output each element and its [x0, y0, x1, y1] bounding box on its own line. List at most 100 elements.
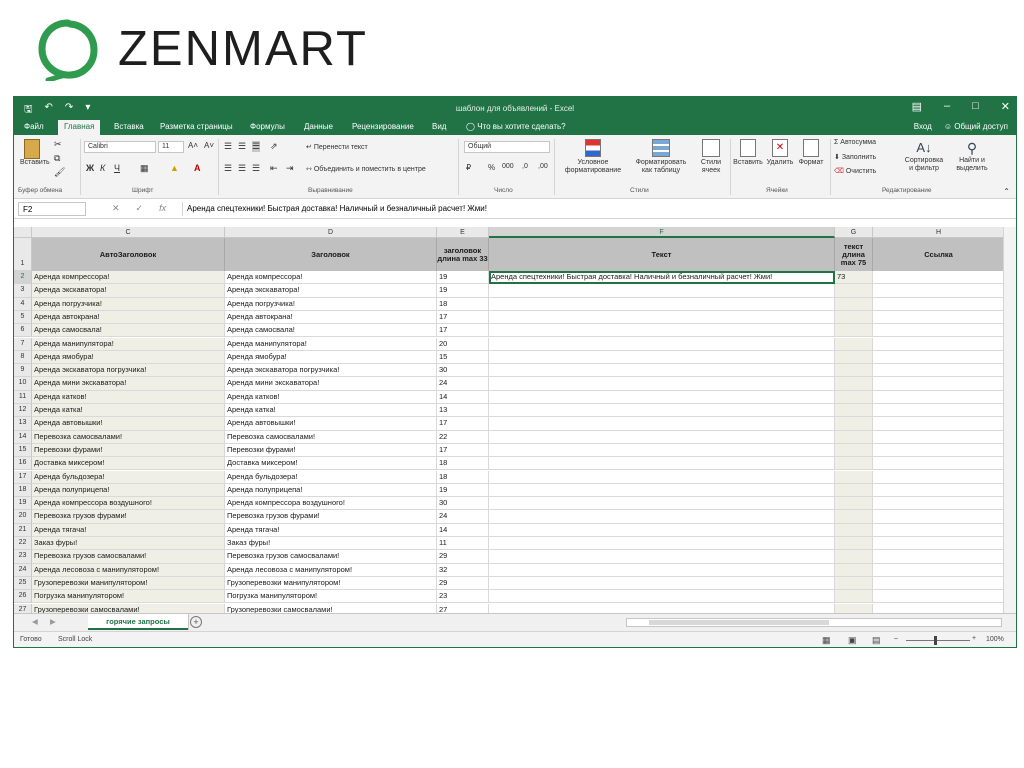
column-header-c[interactable]: C	[32, 227, 225, 238]
cell-c[interactable]: Перевозка самосвалами!	[32, 430, 225, 444]
tab-home[interactable]: Главная	[58, 120, 101, 135]
cell-e[interactable]: 29	[437, 576, 489, 591]
cell-g[interactable]	[835, 284, 873, 298]
cell-styles-button[interactable]: Стили ячеек	[694, 139, 728, 175]
tab-review[interactable]: Рецензирование	[352, 122, 414, 131]
row-header[interactable]: 23	[14, 550, 32, 564]
cell-h[interactable]	[873, 310, 1005, 325]
shrink-font-icon[interactable]: A˅	[204, 141, 214, 150]
cell-c[interactable]: Аренда автовышки!	[32, 417, 225, 431]
cell-d[interactable]: Перевозка грузов самосвалами!	[225, 550, 437, 564]
cell-f[interactable]	[489, 430, 835, 444]
row-header[interactable]: 27	[14, 603, 32, 613]
row-header[interactable]: 15	[14, 443, 32, 458]
cell-f[interactable]	[489, 443, 835, 458]
cell-d[interactable]: Аренда экскаватора погрузчика!	[225, 364, 437, 378]
cell-d[interactable]: Погрузка манипулятором!	[225, 590, 437, 604]
cell-e[interactable]: 18	[437, 457, 489, 471]
column-header-f[interactable]: F	[489, 227, 835, 238]
cell-c[interactable]: Аренда полуприцепа!	[32, 483, 225, 498]
insert-cells-button[interactable]: Вставить	[732, 139, 764, 166]
cell-h[interactable]	[873, 324, 1005, 338]
close-icon[interactable]: ✕	[1001, 100, 1010, 113]
function-icon[interactable]: fx	[159, 203, 166, 214]
row-header[interactable]: 6	[14, 324, 32, 338]
cell-c[interactable]: Заказ фуры!	[32, 537, 225, 551]
cell-h[interactable]	[873, 430, 1005, 444]
enter-icon[interactable]: ✓	[136, 203, 144, 214]
cell-d[interactable]: Аренда погрузчика!	[225, 297, 437, 311]
cell-c[interactable]: Аренда погрузчика!	[32, 297, 225, 311]
bold-icon[interactable]: Ж	[86, 163, 94, 173]
cell-e[interactable]: 27	[437, 603, 489, 613]
zoom-slider-thumb[interactable]	[934, 636, 937, 645]
formula-input[interactable]: Аренда спецтехники! Быстрая доставка! На…	[182, 202, 1000, 216]
sheet-tab-hot-queries[interactable]: горячие запросы	[88, 614, 188, 630]
cell-f[interactable]	[489, 364, 835, 378]
column-header-g[interactable]: G	[835, 227, 873, 238]
borders-icon[interactable]: ▦	[140, 163, 149, 174]
cell-d[interactable]: Аренда тягача!	[225, 523, 437, 537]
cut-icon[interactable]: ✂	[54, 139, 62, 150]
cell-d[interactable]: Аренда манипулятора!	[225, 337, 437, 351]
cell-e[interactable]: 14	[437, 523, 489, 537]
cell-f[interactable]	[489, 310, 835, 325]
cell-g[interactable]	[835, 550, 873, 564]
cell-g[interactable]	[835, 590, 873, 604]
cell-f[interactable]	[489, 470, 835, 484]
row-header[interactable]: 20	[14, 510, 32, 524]
cell-h[interactable]	[873, 523, 1005, 537]
cell-d[interactable]: Доставка миксером!	[225, 457, 437, 471]
align-top-icon[interactable]: ☰	[224, 141, 232, 152]
cell-d[interactable]: Аренда мини экскаватора!	[225, 377, 437, 391]
cell-d[interactable]: Перевозка грузов фурами!	[225, 510, 437, 524]
increase-decimal-icon[interactable]: ,0	[522, 163, 528, 170]
grow-font-icon[interactable]: A˄	[188, 141, 198, 150]
row-header[interactable]: 22	[14, 537, 32, 551]
cell-d[interactable]: Аренда катков!	[225, 390, 437, 404]
cell-c[interactable]: Аренда компрессора!	[32, 271, 225, 285]
cell-e[interactable]: 24	[437, 510, 489, 524]
cell-h[interactable]	[873, 377, 1005, 391]
cell-g[interactable]	[835, 457, 873, 471]
align-center-icon[interactable]: ☰	[238, 163, 246, 174]
row-header[interactable]: 14	[14, 430, 32, 444]
cell-h[interactable]	[873, 470, 1005, 484]
cell-c[interactable]: Аренда мини экскаватора!	[32, 377, 225, 391]
cell-f[interactable]	[489, 523, 835, 537]
row-header[interactable]: 26	[14, 590, 32, 604]
cell-d[interactable]: Аренда компрессора!	[225, 271, 437, 285]
row-header[interactable]: 4	[14, 297, 32, 311]
row-header[interactable]: 21	[14, 523, 32, 537]
cell-e[interactable]: 15	[437, 350, 489, 365]
cell-h[interactable]	[873, 364, 1005, 378]
share-button[interactable]: ☺ Общий доступ	[944, 122, 1008, 131]
cell-f[interactable]	[489, 563, 835, 577]
cell-f[interactable]	[489, 324, 835, 338]
underline-icon[interactable]: Ч	[114, 163, 120, 173]
cell-c[interactable]: Перевозка грузов фурами!	[32, 510, 225, 524]
cell-g[interactable]	[835, 377, 873, 391]
cell-h[interactable]	[873, 271, 1005, 285]
cell-h[interactable]	[873, 350, 1005, 365]
cell-e[interactable]: 17	[437, 310, 489, 325]
row-header[interactable]: 18	[14, 483, 32, 498]
cell-h[interactable]	[873, 404, 1005, 418]
page-layout-view-icon[interactable]: ▣	[848, 635, 857, 646]
row-header[interactable]: 25	[14, 576, 32, 591]
cell-h[interactable]	[873, 483, 1005, 498]
cell-g[interactable]	[835, 563, 873, 577]
cell-e[interactable]: 11	[437, 537, 489, 551]
cell-e[interactable]: 13	[437, 404, 489, 418]
cell-e[interactable]: 20	[437, 337, 489, 351]
column-header-h[interactable]: H	[873, 227, 1005, 238]
row-header[interactable]: 1	[14, 238, 32, 271]
cell-e[interactable]: 17	[437, 417, 489, 431]
wrap-text-button[interactable]: ↵ Перенести текст	[306, 143, 368, 151]
cell-e[interactable]: 23	[437, 590, 489, 604]
collapse-ribbon-icon[interactable]: ⌃	[1003, 187, 1010, 196]
cell-g[interactable]	[835, 483, 873, 498]
cell-h[interactable]	[873, 497, 1005, 511]
cell-c[interactable]: Аренда катка!	[32, 404, 225, 418]
name-box[interactable]: F2	[18, 202, 86, 216]
